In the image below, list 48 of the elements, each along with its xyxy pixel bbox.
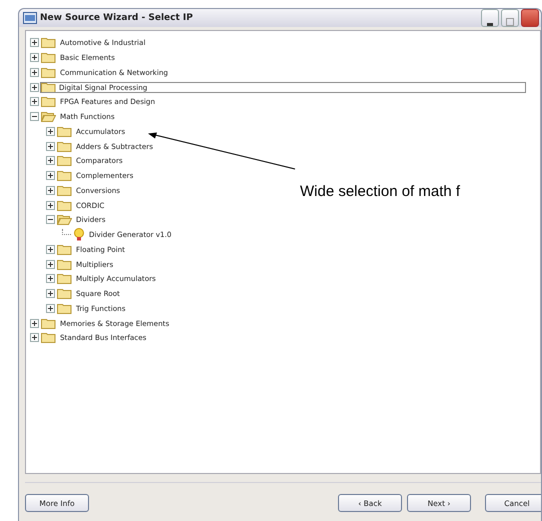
expand-icon[interactable] [30,38,39,48]
folder-icon [57,184,72,196]
folder-icon [57,200,72,211]
folder-icon [57,258,72,270]
expand-icon[interactable] [46,304,55,313]
minimize-icon [487,23,493,26]
folder-icon [57,302,72,314]
close-button[interactable] [521,9,539,27]
expand-icon[interactable] [46,126,55,136]
folder-icon [57,170,72,182]
open-folder-icon [41,111,56,122]
expand-icon[interactable] [46,156,55,166]
expand-icon[interactable] [46,142,55,151]
folder-icon [41,318,56,329]
folder-icon [41,82,56,93]
expand-icon[interactable] [46,260,55,269]
expand-icon[interactable] [46,244,55,254]
collapse-icon[interactable] [30,112,39,122]
folder-icon [57,273,72,284]
expand-icon[interactable] [46,274,55,284]
expand-icon[interactable] [46,171,55,180]
maximize-icon [506,18,514,26]
collapse-icon[interactable] [46,215,55,224]
expand-icon[interactable] [46,289,55,298]
folder-icon [57,244,72,255]
window-icon [23,12,37,24]
expand-icon[interactable] [30,97,39,106]
folder-icon [57,155,72,166]
expand-icon[interactable] [46,200,55,210]
folder-icon [41,66,56,78]
expand-icon[interactable] [30,82,39,92]
window-title: New Source Wizard - Select IP [40,13,194,23]
open-folder-icon [57,214,72,226]
folder-icon [57,140,72,152]
folder-icon [41,52,56,64]
callout-text: Wide selection of math f [300,183,460,200]
expand-icon[interactable] [46,186,55,195]
expand-icon[interactable] [30,333,39,342]
expand-icon[interactable] [30,53,39,62]
folder-icon [57,288,72,300]
folder-icon [41,37,56,48]
bulb-icon [73,228,85,242]
folder-icon [57,126,72,137]
minimize-button[interactable] [481,9,499,27]
expand-icon[interactable] [30,68,39,77]
expand-icon[interactable] [30,318,39,328]
folder-icon [41,332,56,344]
folder-icon [41,96,56,108]
